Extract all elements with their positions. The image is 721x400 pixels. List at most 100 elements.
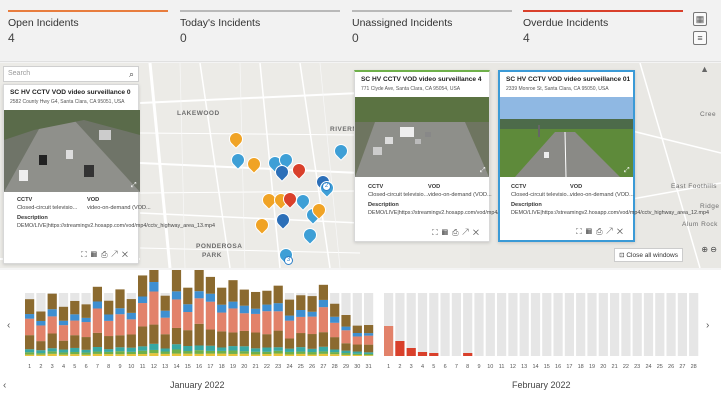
day-bar-segment: [262, 351, 272, 355]
day-bar-segment: [25, 335, 35, 350]
close-icon[interactable]: ✕: [617, 227, 627, 236]
day-tick-label: 3: [410, 364, 413, 370]
day-bar-segment: [330, 352, 340, 355]
day-bar-segment: [149, 349, 159, 354]
day-tick-label: 24: [286, 364, 292, 370]
day-bar-segment: [341, 353, 351, 355]
day-bar-segment: [273, 350, 283, 354]
share-icon[interactable]: ⎙: [452, 228, 462, 237]
day-tick-label: 12: [510, 364, 516, 370]
day-bar-segment: [171, 353, 182, 356]
close-all-windows-button[interactable]: ⊡ Close all windows: [614, 248, 683, 262]
close-icon[interactable]: ✕: [122, 250, 132, 259]
search-icon[interactable]: ⌕: [129, 69, 134, 80]
day-bar-segment: [36, 354, 46, 356]
fullscreen-icon[interactable]: ⛶: [81, 250, 91, 259]
map-view[interactable]: LAKEWOOD RIVERM PONDEROSA PARK East Foot…: [0, 63, 721, 268]
close-all-label: Close all windows: [626, 252, 678, 259]
day-bar-segment: [284, 348, 295, 352]
day-bar-segment: [138, 303, 148, 327]
day-tick-label: 20: [241, 364, 247, 370]
camera-snapshot[interactable]: [355, 97, 489, 177]
timeline-scroll-left-icon[interactable]: ‹: [3, 380, 6, 391]
day-bar-background: [508, 293, 518, 356]
share-icon[interactable]: ⎙: [101, 250, 111, 259]
day-bar-background: [587, 293, 597, 356]
day-bar-segment: [115, 351, 125, 355]
popout-icon[interactable]: ↗: [606, 227, 616, 236]
day-bar-background: [429, 293, 439, 356]
grid-icon[interactable]: ▦: [91, 250, 101, 259]
expand-icon[interactable]: ⤢: [624, 167, 630, 175]
map-label: Alum Rock: [682, 221, 718, 228]
day-bar-segment: [149, 270, 159, 283]
day-bar-segment: [429, 353, 439, 356]
close-icon[interactable]: ✕: [473, 228, 483, 237]
day-bar-segment: [318, 353, 328, 356]
map-label: PARK: [202, 252, 222, 259]
day-bar-segment: [47, 348, 57, 352]
day-bar-segment: [228, 353, 238, 356]
field-label: CCTV: [511, 184, 527, 190]
collapse-map-icon[interactable]: ▲: [700, 64, 709, 74]
day-bar-segment: [307, 296, 317, 312]
day-bar-segment: [126, 351, 136, 355]
stat-open-incidents[interactable]: Open Incidents 4: [8, 10, 168, 54]
map-icon[interactable]: ▦: [693, 12, 707, 26]
day-bar-segment: [217, 331, 227, 348]
day-bar-background: [463, 293, 473, 356]
day-bar-segment: [115, 289, 125, 309]
camera-popup-card-selected[interactable]: SC HV CCTV VOD video surveillance 01 233…: [498, 70, 709, 242]
day-bar-segment: [296, 351, 306, 354]
day-tick-label: 5: [73, 364, 76, 370]
day-bar-segment: [138, 350, 148, 355]
pin-count-badge: 2: [322, 182, 331, 191]
day-bar-segment: [104, 336, 114, 350]
day-bar-segment: [251, 291, 261, 309]
fullscreen-icon[interactable]: ⛶: [576, 227, 586, 236]
grid-icon[interactable]: ▦: [442, 228, 452, 237]
day-bar-segment: [284, 351, 295, 355]
grid-icon[interactable]: ▦: [586, 227, 596, 236]
day-bar-background: [576, 293, 586, 356]
camera-popup-card[interactable]: SC HV CCTV VOD video surveillance 4 771 …: [354, 70, 566, 242]
timeline-prev-icon[interactable]: ‹: [7, 320, 10, 331]
stat-unassigned-incidents[interactable]: Unassigned Incidents 0: [352, 10, 512, 54]
stat-overdue-incidents[interactable]: Overdue Incidents 4: [523, 10, 683, 54]
zoom-out-icon[interactable]: ⊖: [710, 245, 717, 254]
day-bar-segment: [406, 348, 416, 356]
day-bar-segment: [160, 310, 170, 318]
expand-icon[interactable]: ⤢: [480, 167, 486, 175]
camera-snapshot[interactable]: [4, 110, 140, 192]
day-bar-segment: [138, 275, 148, 297]
popout-icon[interactable]: ↗: [462, 228, 472, 237]
day-tick-label: 17: [207, 364, 213, 370]
zoom-in-icon[interactable]: ⊕: [701, 245, 708, 254]
day-bar-segment: [171, 327, 182, 345]
field-label: VOD: [428, 184, 441, 190]
day-tick-label: 18: [578, 364, 584, 370]
share-icon[interactable]: ⎙: [596, 227, 606, 236]
popout-icon[interactable]: ↗: [111, 250, 121, 259]
day-bar-segment: [307, 354, 317, 356]
day-tick-label: 25: [657, 364, 663, 370]
day-bar-segment: [205, 301, 215, 330]
expand-icon[interactable]: ⤢: [131, 182, 137, 190]
day-tick-label: 16: [555, 364, 561, 370]
list-icon[interactable]: ≡: [693, 31, 707, 45]
incident-timeline[interactable]: 1 2 3 4 5 6 7 8 9 10 11 12 13 14 15 16 17 18 19 20 21 22 23 24 2…: [0, 270, 721, 400]
stat-todays-incidents[interactable]: Today's Incidents 0: [180, 10, 340, 54]
day-bar-segment: [364, 352, 374, 354]
timeline-next-icon[interactable]: ›: [706, 320, 709, 331]
day-bar-segment: [115, 335, 125, 348]
camera-snapshot[interactable]: [500, 97, 633, 177]
day-bar-segment: [92, 347, 102, 352]
day-bar-segment: [70, 347, 80, 352]
day-bar-segment: [25, 318, 35, 336]
day-bar-segment: [284, 315, 295, 321]
day-bar-segment: [104, 351, 114, 355]
camera-popup-card[interactable]: SC HV CCTV VOD video surveillance 0 2582…: [3, 84, 215, 264]
map-search-input[interactable]: Search ⌕: [3, 66, 139, 82]
fullscreen-icon[interactable]: ⛶: [432, 228, 442, 237]
day-bar-segment: [171, 344, 182, 350]
